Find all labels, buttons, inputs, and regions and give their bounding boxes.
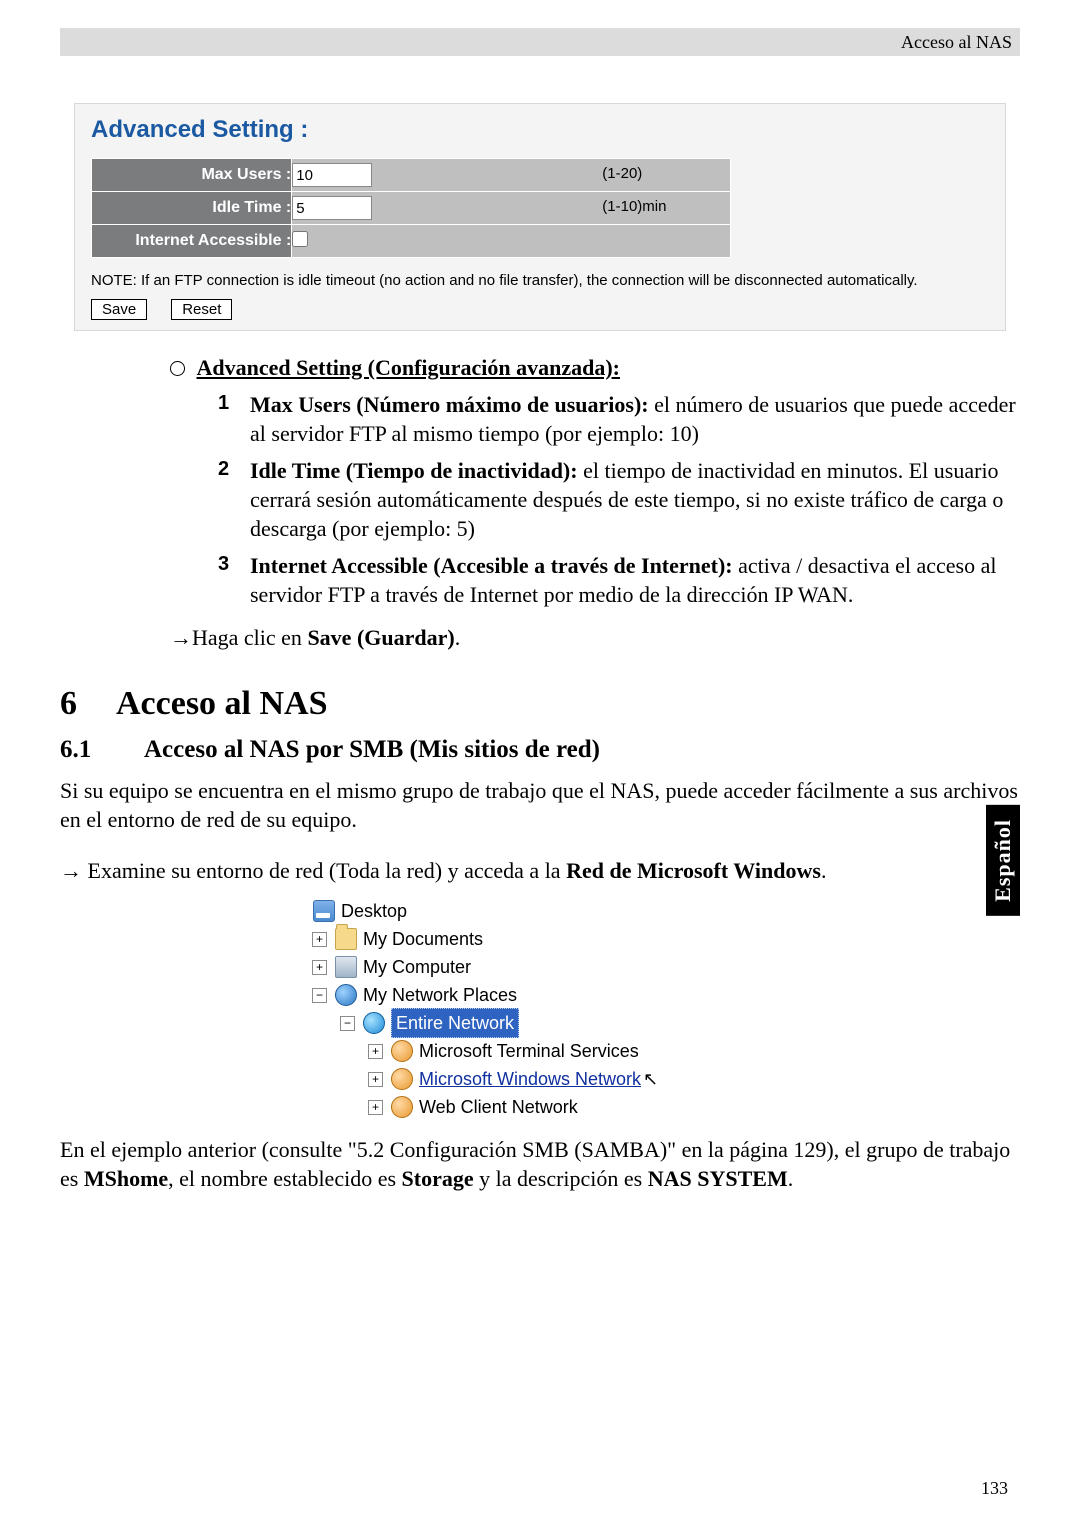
- internet-accessible-checkbox[interactable]: [292, 231, 308, 247]
- item-bold: Max Users (Número máximo de usuarios):: [250, 392, 649, 417]
- cursor-icon: ↖: [643, 1065, 658, 1093]
- section-title: Acceso al NAS por SMB (Mis sitios de red…: [144, 736, 600, 763]
- list-number: 2: [218, 456, 242, 543]
- max-users-input[interactable]: [292, 163, 372, 187]
- step-pre: Examine su entorno de red (Toda la red) …: [82, 858, 566, 883]
- bullet-icon: [170, 361, 185, 376]
- network-node-icon: [391, 1040, 413, 1062]
- panel-note: NOTE: If an FTP connection is idle timeo…: [91, 272, 989, 289]
- save-line-bold: Save (Guardar): [307, 625, 454, 650]
- step-post: .: [821, 858, 827, 883]
- network-node-icon: [391, 1096, 413, 1118]
- computer-icon: [335, 956, 357, 978]
- list-number: 3: [218, 551, 242, 609]
- advanced-setting-list: 1 Max Users (Número máximo de usuarios):…: [60, 390, 1020, 609]
- tree-ms-terminal: Microsoft Terminal Services: [419, 1037, 639, 1065]
- section-number: 6.1: [60, 733, 144, 766]
- advanced-setting-panel: Advanced Setting : Max Users : (1-20) Id…: [74, 103, 1006, 331]
- tree-network-places: My Network Places: [363, 981, 517, 1009]
- arrow-icon: →: [170, 625, 192, 650]
- collapse-icon[interactable]: −: [312, 988, 327, 1003]
- expand-icon[interactable]: +: [368, 1044, 383, 1059]
- tree-ms-windows-network-link[interactable]: Microsoft Windows Network: [419, 1065, 641, 1093]
- idle-time-label: Idle Time :: [92, 192, 292, 225]
- save-button[interactable]: Save: [91, 299, 147, 320]
- advanced-setting-heading: Advanced Setting (Configuración avanzada…: [197, 355, 621, 380]
- section-paragraph: Si su equipo se encuentra en el mismo gr…: [60, 776, 1020, 834]
- desktop-icon: [313, 900, 335, 922]
- list-number: 1: [218, 390, 242, 448]
- max-users-label: Max Users :: [92, 159, 292, 192]
- chapter-title: Acceso al NAS: [116, 685, 328, 722]
- tree-my-computer: My Computer: [363, 953, 471, 981]
- expand-icon[interactable]: +: [368, 1072, 383, 1087]
- header-right-text: Acceso al NAS: [901, 32, 1012, 53]
- tree-web-client-network: Web Client Network: [419, 1093, 578, 1121]
- panel-title: Advanced Setting :: [91, 116, 989, 144]
- tree-my-documents: My Documents: [363, 925, 483, 953]
- item-bold: Idle Time (Tiempo de inactividad):: [250, 458, 578, 483]
- tree-entire-network-selected[interactable]: Entire Network: [391, 1008, 519, 1038]
- idle-time-hint: (1-10)min: [602, 198, 666, 215]
- chapter-number: 6: [60, 682, 116, 727]
- collapse-icon[interactable]: −: [340, 1016, 355, 1031]
- expand-icon[interactable]: +: [368, 1100, 383, 1115]
- internet-accessible-label: Internet Accessible :: [92, 225, 292, 258]
- tree-desktop: Desktop: [341, 897, 407, 925]
- item-bold: Internet Accessible (Accesible a través …: [250, 553, 733, 578]
- page-number: 133: [981, 1478, 1008, 1499]
- section-heading: 6.1Acceso al NAS por SMB (Mis sitios de …: [60, 733, 1020, 766]
- chapter-heading: 6Acceso al NAS: [60, 682, 1020, 727]
- network-places-icon: [335, 984, 357, 1006]
- network-node-icon: [391, 1068, 413, 1090]
- globe-icon: [363, 1012, 385, 1034]
- idle-time-input[interactable]: [292, 196, 372, 220]
- reset-button[interactable]: Reset: [171, 299, 232, 320]
- language-tab: Español: [986, 805, 1020, 916]
- after-tree-paragraph: En el ejemplo anterior (consulte "5.2 Co…: [60, 1135, 1020, 1193]
- arrow-icon: →: [60, 858, 82, 883]
- save-line-pre: Haga clic en: [192, 625, 307, 650]
- step-bold: Red de Microsoft Windows: [566, 858, 821, 883]
- expand-icon[interactable]: +: [312, 960, 327, 975]
- settings-table: Max Users : (1-20) Idle Time : (1-10)min…: [91, 158, 731, 258]
- folder-icon: [335, 928, 357, 950]
- save-line-post: .: [455, 625, 461, 650]
- max-users-hint: (1-20): [602, 165, 642, 182]
- explorer-tree: Desktop + My Documents + My Computer −: [290, 897, 1020, 1121]
- header-bar: Acceso al NAS: [60, 28, 1020, 56]
- expand-icon[interactable]: +: [312, 932, 327, 947]
